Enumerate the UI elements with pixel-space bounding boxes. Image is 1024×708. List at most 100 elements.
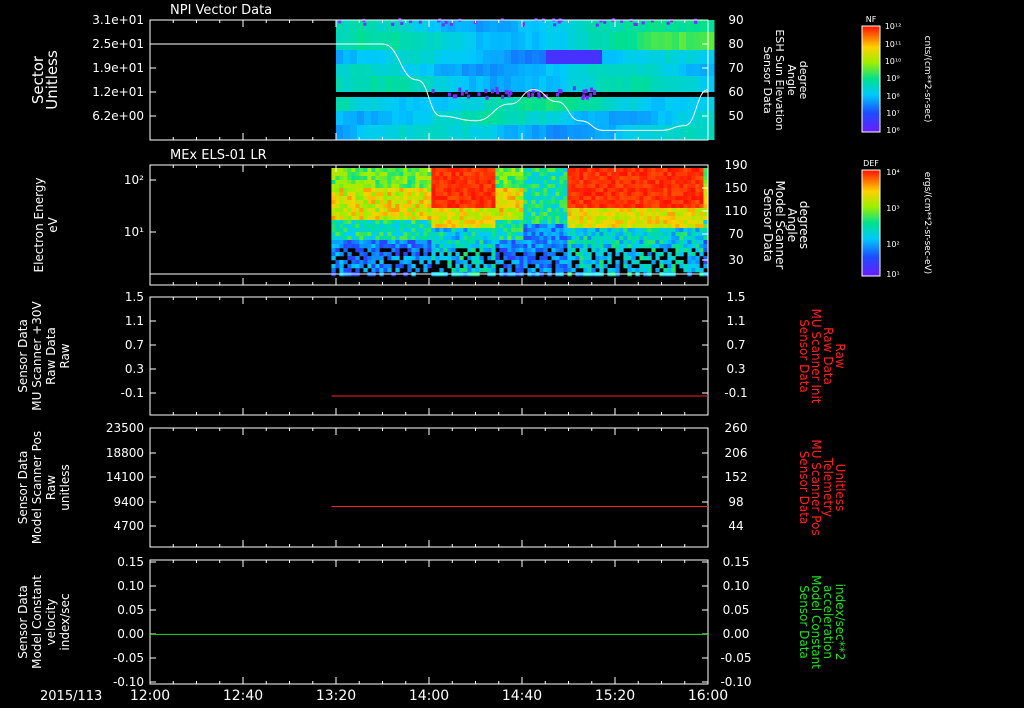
els-cell bbox=[427, 248, 432, 253]
els-cell bbox=[487, 228, 492, 233]
els-cell bbox=[387, 204, 392, 209]
els-cell bbox=[583, 248, 588, 253]
els-cell bbox=[631, 196, 636, 201]
mu_v-ytick-left: 0.3 bbox=[125, 362, 144, 376]
els-cell bbox=[659, 224, 664, 229]
els-cell bbox=[591, 172, 596, 177]
els-cell bbox=[419, 200, 424, 205]
npi-cell bbox=[644, 76, 652, 92]
els-cell bbox=[507, 248, 512, 253]
els-cell bbox=[527, 168, 532, 173]
npi-cell bbox=[427, 50, 435, 64]
els-cell bbox=[359, 228, 364, 233]
els-cell bbox=[527, 252, 532, 257]
els-cell bbox=[567, 228, 572, 233]
els-cell bbox=[483, 236, 488, 241]
els-cell bbox=[371, 244, 376, 249]
els-cell bbox=[539, 264, 544, 269]
els-cell bbox=[703, 216, 708, 221]
els-cell bbox=[379, 192, 384, 197]
els-cell bbox=[571, 228, 576, 233]
els-cell bbox=[391, 176, 396, 181]
els-cell bbox=[347, 240, 352, 245]
npi-cell bbox=[434, 50, 442, 64]
npi-cell bbox=[574, 32, 582, 50]
els-cell bbox=[639, 252, 644, 257]
els-cell bbox=[359, 260, 364, 265]
els-cell bbox=[651, 244, 656, 249]
els-cell bbox=[671, 224, 676, 229]
npi-cell bbox=[616, 111, 624, 125]
els-cell bbox=[347, 208, 352, 213]
els-cell bbox=[351, 220, 356, 225]
els-cell bbox=[563, 260, 568, 265]
els-cell bbox=[555, 204, 560, 209]
els-cell bbox=[683, 168, 688, 173]
npi-cell bbox=[413, 111, 421, 125]
mu_v-ylabel-left: Raw Data bbox=[44, 327, 58, 385]
els-cell bbox=[639, 256, 644, 261]
npi-cell bbox=[406, 125, 414, 140]
els-cell bbox=[587, 220, 592, 225]
npi-cell bbox=[462, 32, 470, 50]
els-cell bbox=[447, 232, 452, 237]
els-cell bbox=[419, 228, 424, 233]
els-cell bbox=[571, 196, 576, 201]
els-cell bbox=[571, 192, 576, 197]
npi-cell bbox=[469, 97, 477, 111]
npi-cell bbox=[644, 64, 652, 76]
els-cell bbox=[695, 204, 700, 209]
npi-cell bbox=[665, 64, 673, 76]
els-cell bbox=[479, 248, 484, 253]
els-cell bbox=[447, 212, 452, 217]
els-cell bbox=[647, 196, 652, 201]
els-cell bbox=[443, 232, 448, 237]
npi-cell bbox=[623, 76, 631, 92]
els-cell bbox=[443, 216, 448, 221]
els-cell bbox=[539, 268, 544, 273]
els-cell bbox=[599, 172, 604, 177]
els-cell bbox=[347, 224, 352, 229]
npi-cell bbox=[336, 125, 344, 140]
els-cell bbox=[551, 200, 556, 205]
els-cell bbox=[371, 168, 376, 173]
els-cell bbox=[583, 188, 588, 193]
els-cell bbox=[407, 268, 412, 273]
els-cell bbox=[591, 176, 596, 181]
els-cell bbox=[587, 236, 592, 241]
els-cell bbox=[539, 248, 544, 253]
els-cell bbox=[599, 260, 604, 265]
npi-cell bbox=[504, 111, 512, 125]
npi-cell bbox=[525, 50, 533, 64]
els-cell bbox=[555, 176, 560, 181]
els-cell bbox=[547, 204, 552, 209]
els-cell bbox=[335, 232, 340, 237]
npi-cell bbox=[357, 50, 365, 64]
els-cell bbox=[615, 176, 620, 181]
npi-cell bbox=[644, 32, 652, 50]
els-cell bbox=[523, 184, 528, 189]
els-cell bbox=[559, 232, 564, 237]
els-cell bbox=[427, 204, 432, 209]
els-cell bbox=[351, 264, 356, 269]
els-cell bbox=[659, 168, 664, 173]
els-cell bbox=[659, 244, 664, 249]
els-cell bbox=[683, 220, 688, 225]
els-cell bbox=[451, 192, 456, 197]
els-cell bbox=[463, 228, 468, 233]
els-cell bbox=[575, 264, 580, 269]
els-cell bbox=[423, 192, 428, 197]
els-cell bbox=[395, 204, 400, 209]
npi-cell bbox=[483, 20, 491, 32]
els-cell bbox=[679, 208, 684, 213]
els-cell bbox=[407, 216, 412, 221]
els-cell bbox=[531, 168, 536, 173]
const-ytick-right: 0.00 bbox=[723, 627, 750, 641]
els-cell bbox=[587, 172, 592, 177]
els-cell bbox=[591, 196, 596, 201]
els-cell bbox=[439, 196, 444, 201]
els-cell bbox=[347, 232, 352, 237]
els-cell bbox=[679, 188, 684, 193]
els-cell bbox=[419, 220, 424, 225]
els-cell bbox=[507, 224, 512, 229]
